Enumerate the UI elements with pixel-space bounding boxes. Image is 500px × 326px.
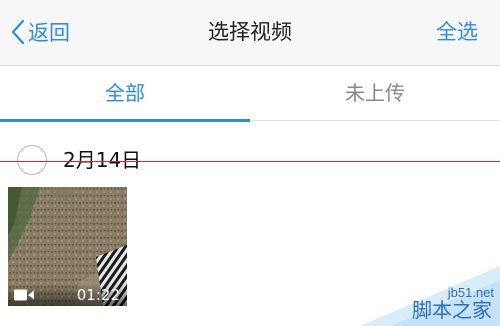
tab-all-label: 全部 xyxy=(105,81,145,105)
date-group-header: 2月14日 xyxy=(0,140,500,184)
page-title: 选择视频 xyxy=(208,20,292,44)
navigation-bar: 返回 选择视频 全选 xyxy=(0,0,500,66)
red-guide-line xyxy=(0,161,500,162)
select-all-button[interactable]: 全选 xyxy=(436,17,478,47)
tab-not-uploaded-label: 未上传 xyxy=(345,81,405,105)
tab-active-indicator xyxy=(0,119,250,122)
group-date-label: 2月14日 xyxy=(63,148,142,172)
video-thumbnail[interactable]: 01:22 xyxy=(8,187,127,306)
video-camera-icon xyxy=(14,289,34,301)
video-duration: 01:22 xyxy=(76,286,120,304)
watermark-name: 脚本之家 xyxy=(412,298,492,322)
group-select-radio[interactable] xyxy=(17,145,47,175)
tab-bar: 全部 未上传 xyxy=(0,66,500,122)
watermark-logo: jb51.net 脚本之家 xyxy=(360,266,500,326)
tab-not-uploaded[interactable]: 未上传 xyxy=(250,66,500,121)
tab-all[interactable]: 全部 xyxy=(0,66,250,122)
